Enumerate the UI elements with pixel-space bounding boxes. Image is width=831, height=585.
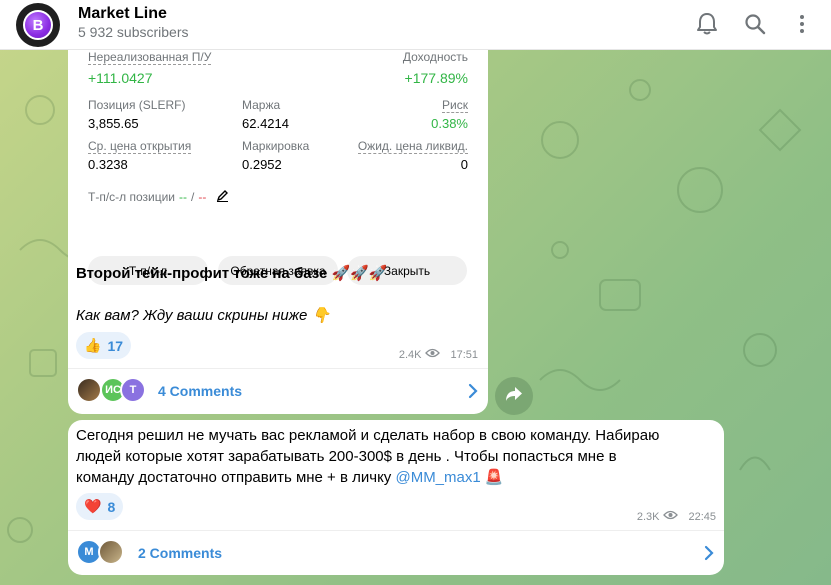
reaction-count: 8 [107, 498, 116, 515]
mark-price-label: Маркировка [242, 139, 310, 153]
channel-header: B Market Line 5 932 subscribers [0, 0, 831, 50]
post-1-comments-link[interactable]: ИС T 4 Comments [68, 368, 488, 412]
bell-icon[interactable] [694, 11, 720, 37]
mention-link[interactable]: @MM_max1 [395, 469, 480, 486]
unrealized-pnl-value: +111.0427 [88, 70, 153, 86]
comments-count-label: 4 Comments [158, 383, 243, 399]
tpsl-value-1: -- [179, 190, 188, 204]
subscriber-count: 5 932 subscribers [78, 24, 189, 40]
tpsl-position-label: Т-п/с-л позиции [88, 190, 176, 204]
post-1-text-line-1: Второй тейк-профит тоже на базе 🚀🚀🚀 [76, 265, 388, 282]
post-2-text-line-2: людей которые хотят зарабатывать 200-300… [76, 448, 617, 465]
channel-title[interactable]: Market Line [78, 5, 167, 23]
commenter-avatar-photo [76, 377, 102, 403]
commenter-avatar-2: T [120, 377, 146, 403]
post-1-text-line-2: Как вам? Жду ваши скрины ниже 👇 [76, 307, 331, 324]
more-vertical-icon[interactable] [789, 11, 815, 37]
post-2-comments-link[interactable]: M 2 Comments [68, 530, 724, 574]
channel-avatar-letter: B [23, 10, 53, 40]
chevron-right-icon [704, 545, 714, 566]
tpsl-position-row: Т-п/с-л позиции -- / -- [88, 189, 229, 205]
yield-value: +177.89% [404, 70, 468, 86]
channel-post-2: Сегодня решил не мучать вас рекламой и с… [68, 420, 724, 575]
position-value: 3,855.65 [88, 116, 139, 131]
margin-value: 62.4214 [242, 116, 289, 131]
search-icon[interactable] [742, 11, 768, 37]
margin-label: Маржа [242, 98, 281, 112]
views-count: 2.3K [636, 510, 660, 523]
views-count: 2.4K [398, 348, 422, 361]
post-2-reaction[interactable]: ❤️ 8 [76, 493, 124, 520]
post-2-meta: 2.3K 22:45 [637, 510, 716, 523]
channel-avatar[interactable]: B [16, 3, 60, 47]
chevron-right-icon [468, 383, 478, 404]
liquidation-price-label: Ожид. цена ликвид. [357, 139, 468, 154]
position-label: Позиция (SLERF) [88, 98, 186, 112]
tpsl-separator: / [191, 190, 195, 204]
post-2-text-line-1: Сегодня решил не мучать вас рекламой и с… [76, 427, 660, 444]
thumbs-up-icon: 👍 [84, 337, 102, 353]
risk-label: Риск [442, 98, 468, 113]
siren-icon: 🚨 [484, 469, 504, 486]
post-1-reaction[interactable]: 👍 17 [76, 332, 132, 359]
reaction-count: 17 [107, 337, 124, 354]
comments-count-label: 2 Comments [138, 545, 223, 561]
eye-icon [663, 510, 679, 523]
mark-price-value: 0.2952 [242, 157, 282, 172]
eye-icon [425, 348, 441, 361]
edit-pencil-icon [216, 189, 229, 205]
post-time: 22:45 [688, 510, 716, 523]
yield-label: Доходность [402, 50, 468, 64]
post-1-meta: 2.4K 17:51 [399, 348, 478, 361]
share-arrow-icon [505, 386, 523, 407]
unrealized-pnl-label: Нереализованная П/У [88, 50, 212, 65]
tpsl-value-2: -- [198, 190, 207, 204]
post-time: 17:51 [450, 348, 478, 361]
commenter-avatar-photo [98, 539, 124, 565]
avg-open-price-label: Ср. цена открытия [88, 139, 192, 154]
avg-open-price-value: 0.3238 [88, 157, 128, 172]
post-2-text-line-3-prefix: команду достаточно отправить мне + в лич… [76, 469, 396, 486]
forward-share-button[interactable] [495, 377, 533, 415]
post-2-text-line-3: команду достаточно отправить мне + в лич… [76, 468, 504, 488]
channel-post-1: Нереализованная П/У Доходность +111.0427… [68, 42, 488, 414]
risk-value: 0.38% [431, 116, 468, 131]
heart-icon: ❤️ [84, 498, 102, 514]
liquidation-price-value: 0 [460, 157, 468, 172]
